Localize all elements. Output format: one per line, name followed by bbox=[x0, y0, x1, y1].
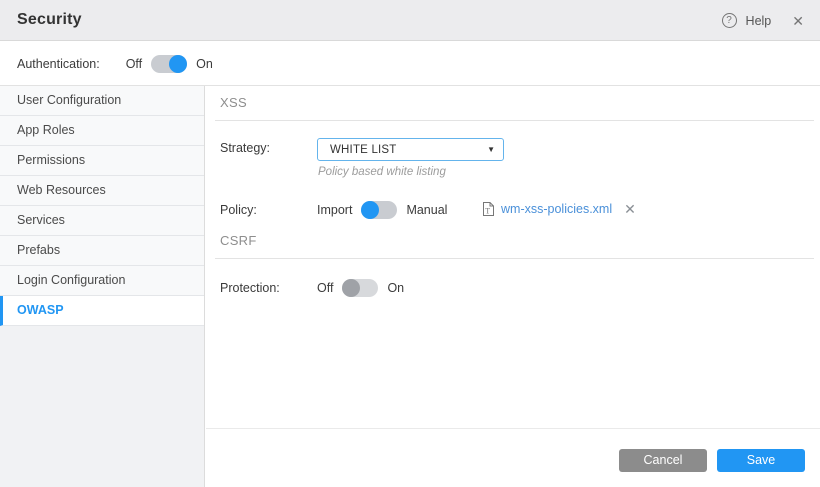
protection-label: Protection: bbox=[220, 281, 280, 295]
policy-mode-toggle[interactable] bbox=[361, 201, 397, 219]
close-icon[interactable]: ✕ bbox=[792, 14, 804, 28]
toggle-knob bbox=[361, 201, 379, 219]
authentication-on-label: On bbox=[196, 57, 213, 71]
cancel-button[interactable]: Cancel bbox=[619, 449, 707, 472]
policy-file-link[interactable]: wm-xss-policies.xml bbox=[501, 202, 612, 216]
protection-toggle-row: Off On bbox=[317, 277, 404, 299]
authentication-label: Authentication: bbox=[17, 57, 100, 71]
page-title: Security bbox=[17, 11, 82, 29]
help-icon[interactable]: ? bbox=[722, 13, 737, 28]
policy-manual-label: Manual bbox=[406, 203, 447, 217]
strategy-select[interactable]: WHITE LIST ▼ bbox=[317, 138, 504, 161]
sidebar-item-user-configuration[interactable]: User Configuration bbox=[0, 86, 204, 116]
footer-divider bbox=[206, 428, 820, 429]
strategy-helper-text: Policy based white listing bbox=[318, 166, 446, 178]
policy-import-label: Import bbox=[317, 203, 352, 217]
csrf-section-divider bbox=[215, 258, 814, 259]
file-icon: T bbox=[482, 201, 495, 217]
authentication-toggle[interactable] bbox=[151, 55, 187, 73]
toggle-knob bbox=[169, 55, 187, 73]
sidebar-item-prefabs[interactable]: Prefabs bbox=[0, 236, 204, 266]
header-actions: ? Help ✕ bbox=[722, 0, 804, 41]
strategy-label: Strategy: bbox=[220, 141, 270, 155]
strategy-selected-value: WHITE LIST bbox=[330, 144, 487, 156]
xss-section-title: XSS bbox=[220, 95, 247, 110]
footer-actions: Cancel Save bbox=[619, 449, 805, 472]
csrf-section-title: CSRF bbox=[220, 233, 257, 248]
sidebar-item-permissions[interactable]: Permissions bbox=[0, 146, 204, 176]
protection-on-label: On bbox=[387, 281, 404, 295]
policy-label: Policy: bbox=[220, 203, 257, 217]
sidebar-item-owasp[interactable]: OWASP bbox=[0, 296, 204, 326]
save-button[interactable]: Save bbox=[717, 449, 805, 472]
policy-mode-row: Import Manual bbox=[317, 199, 447, 221]
owasp-panel: XSS Strategy: WHITE LIST ▼ Policy based … bbox=[206, 86, 820, 487]
remove-file-icon[interactable]: ✕ bbox=[624, 202, 636, 216]
policy-file-group: T wm-xss-policies.xml ✕ bbox=[482, 198, 636, 220]
help-link[interactable]: Help bbox=[746, 14, 772, 28]
sidebar-item-web-resources[interactable]: Web Resources bbox=[0, 176, 204, 206]
chevron-down-icon: ▼ bbox=[487, 145, 495, 154]
sidebar: User Configuration App Roles Permissions… bbox=[0, 86, 205, 487]
toggle-knob bbox=[342, 279, 360, 297]
sidebar-item-login-configuration[interactable]: Login Configuration bbox=[0, 266, 204, 296]
authentication-bar: Authentication: Off On bbox=[0, 42, 820, 86]
svg-text:T: T bbox=[485, 207, 490, 216]
sidebar-item-app-roles[interactable]: App Roles bbox=[0, 116, 204, 146]
header-bar: Security ? Help ✕ bbox=[0, 0, 820, 41]
xss-section-divider bbox=[215, 120, 814, 121]
sidebar-item-services[interactable]: Services bbox=[0, 206, 204, 236]
protection-toggle[interactable] bbox=[342, 279, 378, 297]
protection-off-label: Off bbox=[317, 281, 333, 295]
authentication-off-label: Off bbox=[126, 57, 142, 71]
